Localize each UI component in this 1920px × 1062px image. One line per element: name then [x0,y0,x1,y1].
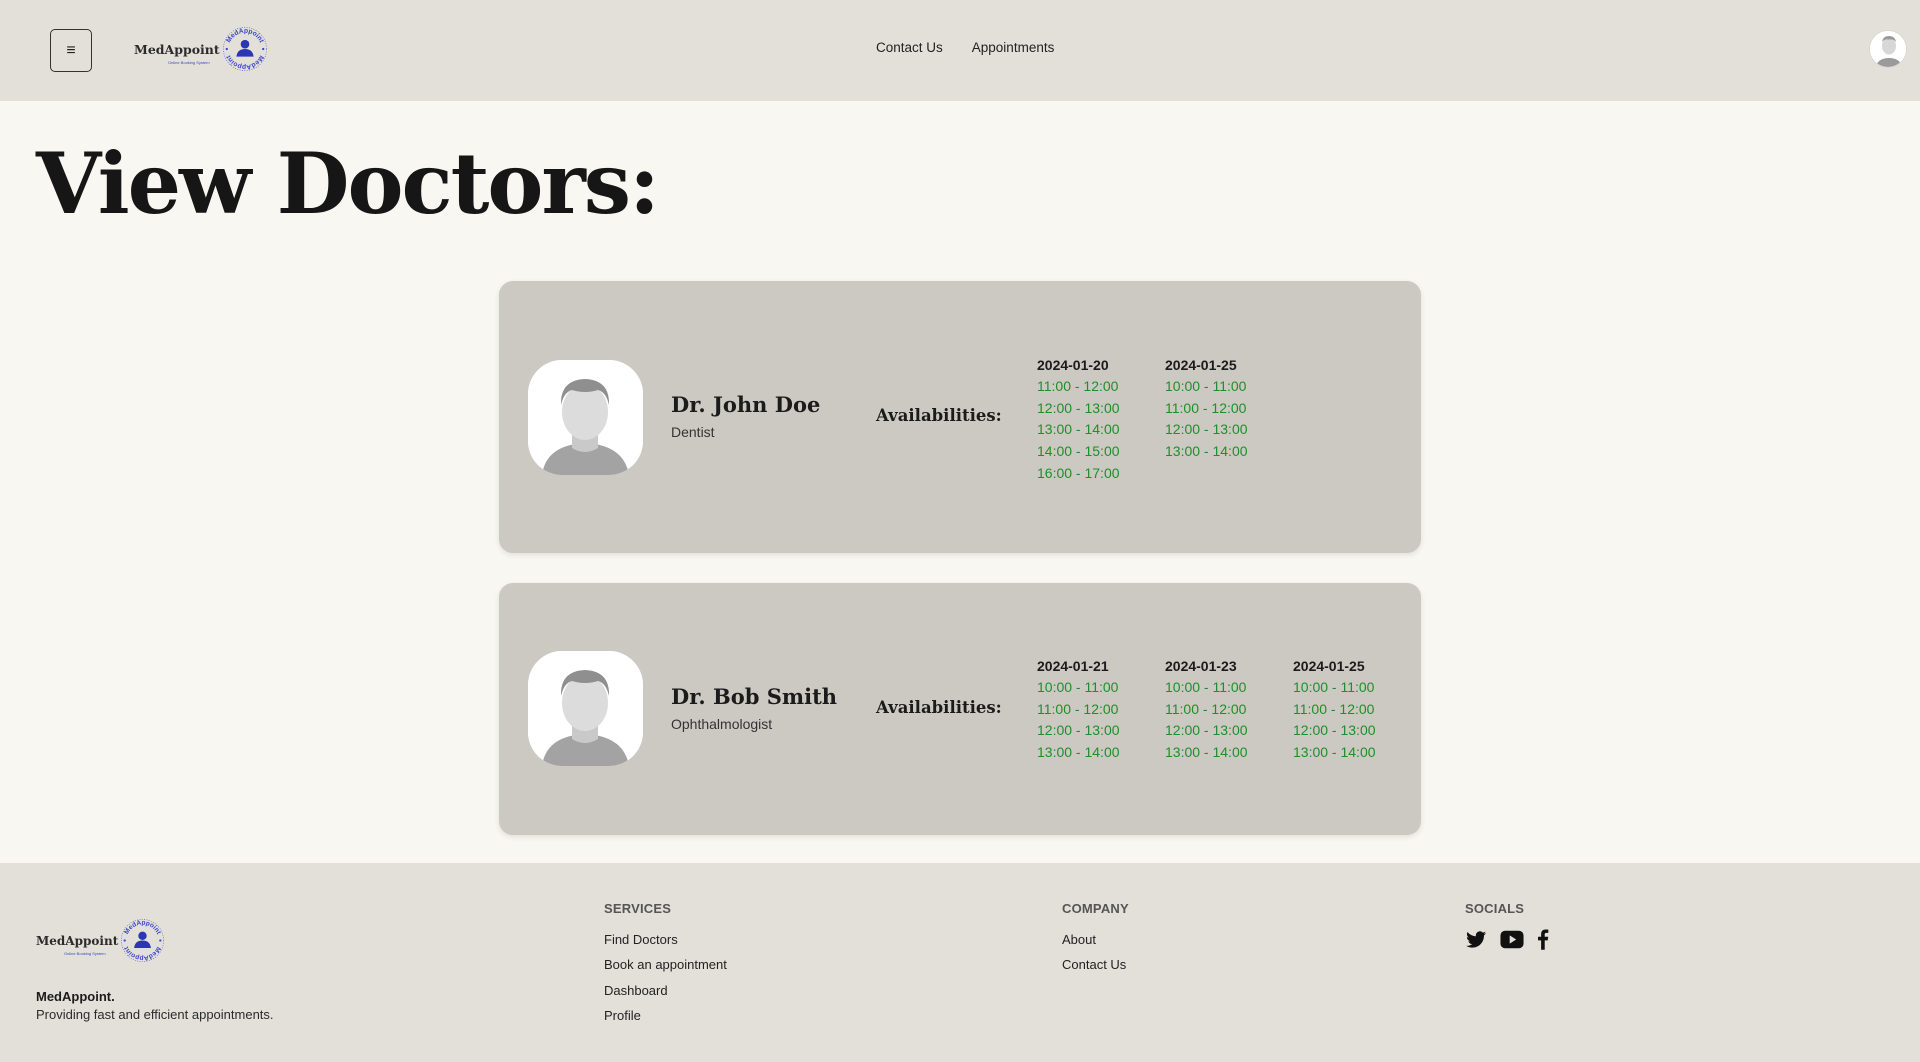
footer-heading: SOCIALS [1465,901,1525,916]
footer-link-dashboard[interactable]: Dashboard [604,981,727,1006]
availability-date: 2024-01-23 [1165,658,1237,674]
user-avatar-icon [1870,31,1906,67]
availabilities-label: Availabilities: [876,698,1002,717]
footer-heading: SERVICES [604,901,672,916]
footer-brand-tagline: Providing fast and efficient appointment… [36,1007,274,1022]
doctor-photo [528,651,643,766]
time-slot[interactable]: 10:00 - 11:00 [1165,677,1285,699]
availability-day: 2024-01-20 11:00 - 12:00 12:00 - 13:00 1… [1037,354,1157,484]
footer-brand-name: MedAppoint. [36,989,115,1004]
availability-day: 2024-01-23 10:00 - 11:00 11:00 - 12:00 1… [1165,655,1285,764]
doctor-photo [528,360,643,475]
time-slot[interactable]: 11:00 - 12:00 [1037,699,1157,721]
logo-text: MedAppoint Online Booking System [36,933,119,956]
footer-services: SERVICES Find Doctors Book an appointmen… [604,901,727,1031]
header: ≡ MedAppoint Online Booking System MedAp… [0,0,1920,101]
page-title: View Doctors: [36,134,660,233]
footer-logo[interactable]: MedAppoint Online Booking System MedAppo… [36,917,165,964]
time-slot[interactable]: 13:00 - 14:00 [1165,742,1285,764]
time-slot[interactable]: 11:00 - 12:00 [1165,398,1285,420]
logo-seal-icon: MedAppoint MedAppoint [222,27,267,71]
doctor-name: Dr. Bob Smith [671,684,838,709]
time-slot[interactable]: 10:00 - 11:00 [1037,677,1157,699]
footer: MedAppoint Online Booking System MedAppo… [0,863,1920,1062]
footer-heading: COMPANY [1062,901,1129,916]
footer-link-find-doctors[interactable]: Find Doctors [604,930,727,955]
availability-day: 2024-01-25 10:00 - 11:00 11:00 - 12:00 1… [1165,354,1285,463]
time-slot[interactable]: 11:00 - 12:00 [1293,699,1413,721]
availability-date: 2024-01-25 [1165,357,1237,373]
footer-link-about[interactable]: About [1062,930,1129,955]
time-slot[interactable]: 16:00 - 17:00 [1037,463,1157,485]
doctor-avatar-icon [528,651,643,766]
time-slot[interactable]: 14:00 - 15:00 [1037,441,1157,463]
time-slot[interactable]: 13:00 - 14:00 [1037,742,1157,764]
time-slot[interactable]: 12:00 - 13:00 [1293,720,1413,742]
logo-tagline: Online Booking System [168,59,210,65]
doctor-card: Dr. Bob Smith Ophthalmologist Availabili… [499,583,1421,835]
doctor-specialty: Ophthalmologist [671,716,773,732]
user-avatar[interactable] [1869,30,1907,68]
time-slot[interactable]: 12:00 - 13:00 [1037,398,1157,420]
time-slot[interactable]: 10:00 - 11:00 [1165,376,1285,398]
top-nav: Contact Us Appointments [876,40,1054,55]
footer-company: COMPANY About Contact Us [1062,901,1129,981]
nav-contact-us[interactable]: Contact Us [876,40,943,55]
nav-appointments[interactable]: Appointments [972,40,1055,55]
logo-seal-icon: MedAppoint MedAppoint [121,919,165,962]
time-slot[interactable]: 13:00 - 14:00 [1165,441,1285,463]
logo[interactable]: MedAppoint Online Booking System MedAppo… [134,25,268,73]
availabilities-label: Availabilities: [876,406,1002,425]
time-slot[interactable]: 12:00 - 13:00 [1037,720,1157,742]
footer-socials: SOCIALS [1465,901,1549,956]
availability-day: 2024-01-25 10:00 - 11:00 11:00 - 12:00 1… [1293,655,1413,764]
availability-date: 2024-01-25 [1293,658,1365,674]
footer-link-book-appointment[interactable]: Book an appointment [604,955,727,980]
youtube-icon[interactable] [1500,930,1524,954]
doctor-card: Dr. John Doe Dentist Availabilities: 202… [499,281,1421,553]
logo-text: MedAppoint Online Booking System [134,41,220,65]
doctor-specialty: Dentist [671,424,715,440]
facebook-icon[interactable] [1537,928,1549,956]
menu-button[interactable]: ≡ [50,29,92,72]
availability-date: 2024-01-20 [1037,357,1109,373]
footer-link-profile[interactable]: Profile [604,1006,727,1031]
doctor-avatar-icon [528,360,643,475]
time-slot[interactable]: 12:00 - 13:00 [1165,720,1285,742]
logo-tagline: Online Booking System [64,950,106,956]
footer-link-contact-us[interactable]: Contact Us [1062,955,1129,980]
availability-day: 2024-01-21 10:00 - 11:00 11:00 - 12:00 1… [1037,655,1157,764]
availability-date: 2024-01-21 [1037,658,1109,674]
time-slot[interactable]: 13:00 - 14:00 [1293,742,1413,764]
time-slot[interactable]: 10:00 - 11:00 [1293,677,1413,699]
time-slot[interactable]: 12:00 - 13:00 [1165,419,1285,441]
doctor-name: Dr. John Doe [671,392,821,417]
time-slot[interactable]: 11:00 - 12:00 [1037,376,1157,398]
social-icons [1465,928,1549,956]
time-slot[interactable]: 13:00 - 14:00 [1037,419,1157,441]
time-slot[interactable]: 11:00 - 12:00 [1165,699,1285,721]
twitter-icon[interactable] [1465,929,1487,956]
